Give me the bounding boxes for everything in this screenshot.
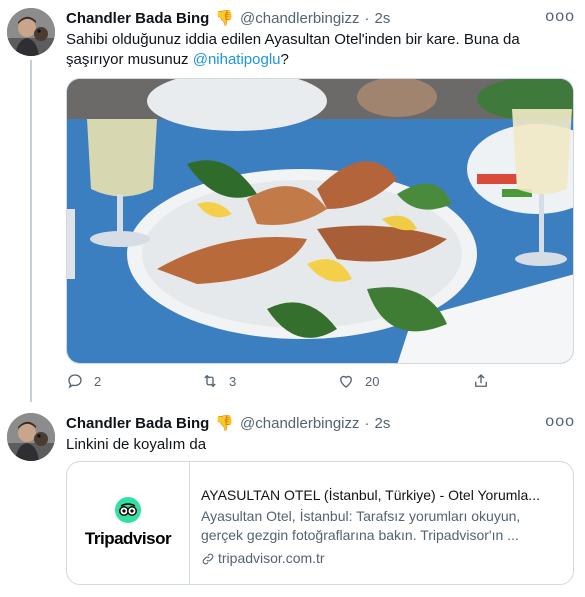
retweet-button[interactable]: 3 bbox=[201, 372, 236, 390]
thread-line bbox=[30, 60, 32, 402]
avatar[interactable] bbox=[7, 413, 55, 461]
tweet[interactable]: Chandler Bada Bing 👎 @chandlerbingizz · … bbox=[0, 405, 585, 597]
card-description: Ayasultan Otel, İstanbul: Tarafsız yorum… bbox=[201, 508, 521, 543]
author-handle[interactable]: @chandlerbingizz bbox=[240, 10, 359, 27]
card-body: AYASULTAN OTEL (İstanbul, Türkiye) - Ote… bbox=[201, 486, 566, 568]
tweet-actions: 2 3 20 bbox=[66, 372, 496, 394]
card-title[interactable]: AYASULTAN OTEL (İstanbul, Türkiye) - Ote… bbox=[201, 486, 566, 505]
separator-dot: · bbox=[364, 414, 370, 432]
card-thumbnail: Tripadvisor bbox=[67, 462, 190, 584]
tweet-text: Linkini de koyalım da bbox=[66, 436, 207, 453]
share-icon bbox=[475, 374, 487, 387]
tweet-header: Chandler Bada Bing 👎 @chandlerbingizz · … bbox=[66, 8, 390, 28]
reply-icon bbox=[68, 374, 82, 389]
reply-button[interactable]: 2 bbox=[66, 372, 101, 390]
tweet-header: Chandler Bada Bing 👎 @chandlerbingizz · … bbox=[66, 413, 390, 433]
timestamp[interactable]: 2s bbox=[375, 415, 391, 432]
timestamp[interactable]: 2s bbox=[375, 10, 391, 27]
reply-count: 2 bbox=[94, 373, 102, 389]
link-card[interactable]: Tripadvisor AYASULTAN OTEL (İstanbul, Tü… bbox=[66, 461, 574, 585]
share-button[interactable] bbox=[472, 372, 500, 390]
tweet[interactable]: Chandler Bada Bing 👎 @chandlerbingizz · … bbox=[0, 0, 585, 405]
avatar[interactable] bbox=[7, 8, 55, 56]
card-url[interactable]: tripadvisor.com.tr bbox=[201, 549, 566, 568]
author-name[interactable]: Chandler Bada Bing bbox=[66, 415, 209, 432]
like-count: 20 bbox=[365, 373, 380, 389]
author-name[interactable]: Chandler Bada Bing bbox=[66, 10, 209, 27]
retweet-count: 3 bbox=[229, 373, 237, 389]
tripadvisor-owl-icon bbox=[115, 497, 141, 523]
link-icon bbox=[202, 553, 214, 564]
food-photo-illustration bbox=[67, 79, 573, 363]
mention-link[interactable]: @nihatipoglu bbox=[193, 51, 281, 68]
more-options-icon[interactable]: ooo bbox=[545, 413, 575, 431]
tweet-text: Sahibi olduğunuz iddia edilen Ayasultan … bbox=[66, 30, 571, 70]
author-emoji: 👎 bbox=[215, 10, 235, 27]
author-emoji: 👎 bbox=[215, 415, 235, 432]
card-url-text: tripadvisor.com.tr bbox=[218, 550, 325, 566]
tweet-text-body: Sahibi olduğunuz iddia edilen Ayasultan … bbox=[66, 31, 520, 68]
tweet-photo[interactable] bbox=[66, 78, 574, 364]
author-handle[interactable]: @chandlerbingizz bbox=[240, 415, 359, 432]
retweet-icon bbox=[204, 374, 216, 388]
tweet-text-end: ? bbox=[280, 51, 289, 68]
more-options-icon[interactable]: ooo bbox=[545, 8, 575, 26]
like-button[interactable]: 20 bbox=[337, 372, 379, 390]
like-icon bbox=[340, 375, 352, 388]
separator-dot: · bbox=[364, 9, 370, 27]
tripadvisor-logo-text: Tripadvisor bbox=[84, 529, 172, 548]
